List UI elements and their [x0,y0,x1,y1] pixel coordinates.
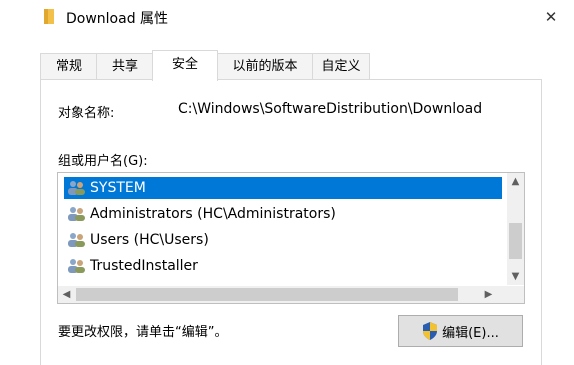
scroll-left-icon[interactable]: ◀ [58,286,75,303]
list-item-users[interactable]: Users (HC\Users) [64,229,502,251]
tab-strip: 常规 共享 安全 以前的版本 自定义 [40,50,540,81]
horizontal-scrollbar[interactable]: ◀ ▶ [58,286,507,303]
tab-general[interactable]: 常规 [40,53,98,79]
edit-hint: 要更改权限，请单击“编辑”。 [58,325,228,340]
users-icon [68,259,85,273]
list-item-label: Users (HC\Users) [90,232,209,248]
users-icon [68,181,85,195]
window-title: Download 属性 [66,11,169,27]
list-item-administrators[interactable]: Administrators (HC\Administrators) [64,203,502,225]
tab-sharing[interactable]: 共享 [96,53,154,79]
tab-customize[interactable]: 自定义 [312,53,370,79]
list-item-label: Administrators (HC\Administrators) [90,206,336,222]
edit-button[interactable]: 编辑(E)... [398,315,523,347]
tab-security[interactable]: 安全 [152,50,218,81]
tab-previous-versions[interactable]: 以前的版本 [216,53,314,79]
list-item-system[interactable]: SYSTEM [64,177,502,199]
list-item-label: SYSTEM [90,180,146,196]
shield-icon [423,322,438,340]
folder-icon [44,9,54,24]
groups-label: 组或用户名(G): [58,154,148,169]
scroll-down-icon[interactable]: ▼ [507,268,524,285]
horizontal-scroll-thumb[interactable] [76,288,458,301]
vertical-scrollbar[interactable]: ▲ ▼ [507,173,524,285]
groups-listbox[interactable]: SYSTEM Administrators (HC\Administrators… [57,172,525,304]
edit-button-label: 编辑(E)... [442,325,499,341]
scroll-right-icon[interactable]: ▶ [480,286,497,303]
scrollbar-corner [507,286,524,303]
list-item-label: TrustedInstaller [90,258,198,274]
vertical-scroll-thumb[interactable] [509,223,522,259]
object-name-value: C:\Windows\SoftwareDistribution\Download [178,101,483,117]
users-icon [68,207,85,221]
users-icon [68,233,85,247]
list-item-trustedinstaller[interactable]: TrustedInstaller [64,255,502,277]
close-icon: ✕ [544,8,558,26]
scroll-up-icon[interactable]: ▲ [507,173,524,190]
title-bar: Download 属性 ✕ [0,0,574,34]
object-name-label: 对象名称: [58,106,115,121]
close-button[interactable]: ✕ [528,0,574,34]
